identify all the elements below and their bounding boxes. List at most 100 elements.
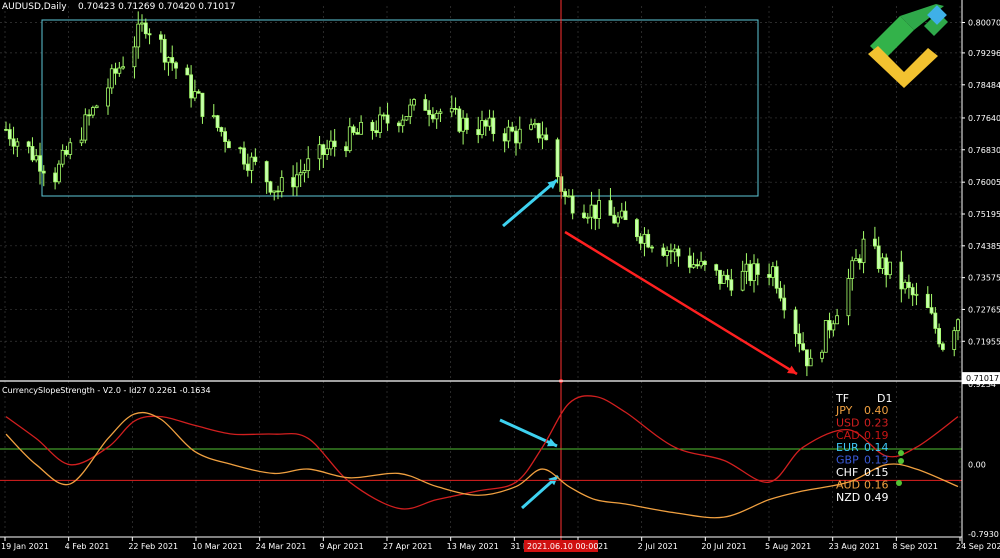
status-dot [898, 458, 904, 464]
candle-body [434, 112, 439, 120]
candle-body [196, 91, 201, 94]
candle-body [378, 114, 382, 133]
candle-body [597, 200, 602, 219]
candle-body [132, 46, 137, 68]
time-axis-label: 23 Aug 2021 [829, 542, 880, 551]
candle-body [514, 130, 518, 144]
candle-body [370, 121, 375, 132]
candle-body [381, 114, 386, 117]
time-axis-label: 9 Apr 2021 [319, 542, 363, 551]
candle-body [174, 62, 178, 69]
candle-body [808, 357, 813, 367]
candle-body [136, 23, 141, 48]
table-value-usd: 0.23 [864, 416, 889, 429]
candle-body [60, 150, 65, 165]
table-value-jpy: 0.40 [864, 404, 889, 417]
candle-body [665, 250, 670, 256]
candle-body [438, 111, 443, 114]
candle-body [612, 214, 617, 224]
time-axis-label: 20 Jul 2021 [701, 542, 746, 551]
candle-body [589, 204, 594, 218]
time-axis-label: 4 Feb 2021 [65, 542, 110, 551]
candle-body [642, 233, 647, 244]
candle-body [106, 87, 110, 107]
candle-body [850, 260, 855, 279]
candle-body [321, 144, 326, 156]
time-axis-label: 5 Aug 2021 [765, 542, 811, 551]
status-dot [898, 450, 904, 456]
candle-body [650, 246, 654, 249]
candle-body [857, 258, 862, 264]
candle-body [801, 343, 806, 351]
price-axis-label: 0.77640 [968, 114, 1000, 123]
candle-body [332, 140, 337, 148]
candle-body [517, 128, 522, 144]
candle-body [804, 349, 809, 367]
candle-body [835, 315, 840, 325]
candle-body [249, 156, 254, 171]
time-axis-label: 27 Apr 2021 [383, 542, 432, 551]
candle-body [782, 297, 787, 311]
candle-body [140, 22, 144, 25]
price-axis-label: 0.74385 [968, 242, 1000, 251]
candle-body [79, 139, 84, 144]
candle-body [903, 281, 908, 290]
candle-body [189, 74, 194, 99]
candle-body [476, 129, 481, 136]
table-currency-usd: USD [836, 416, 860, 429]
candle-body [53, 172, 58, 183]
candle-body [884, 257, 889, 276]
candle-body [15, 141, 20, 147]
candle-body [570, 195, 575, 214]
candle-body [117, 67, 122, 74]
candle-body [608, 200, 613, 216]
candle-body [87, 114, 92, 117]
candle-body [404, 116, 409, 121]
candle-body [185, 67, 190, 76]
candle-body [325, 148, 330, 156]
candle-body [661, 247, 666, 256]
candle-body [162, 38, 167, 63]
candle-body [298, 172, 303, 176]
candle-body [480, 120, 484, 136]
time-axis-label: 19 Jan 2021 [1, 542, 49, 551]
candle-body [94, 105, 99, 108]
candle-body [774, 266, 779, 289]
candle-body [41, 170, 46, 174]
candle-body [26, 141, 31, 147]
candle-body [351, 126, 356, 133]
chart-canvas[interactable]: 0.80070 0.79296 0.78484 0.77640 0.76830 0.760… [0, 0, 1000, 554]
candle-body [714, 264, 719, 271]
time-axis-label: 22 Feb 2021 [128, 542, 178, 551]
candle-body [317, 144, 322, 160]
price-axis-label: 0.76005 [968, 178, 1000, 187]
ohlc-values: 0.70423 0.71269 0.70420 0.71017 [78, 2, 236, 12]
candle-body [668, 250, 673, 253]
candle-body [245, 163, 250, 171]
candle-body [687, 255, 692, 268]
candle-body [506, 126, 511, 142]
candle-body [593, 204, 598, 219]
candle-body [770, 266, 775, 278]
time-axis-label: 10 Mar 2021 [192, 542, 243, 551]
candle-body [253, 156, 258, 162]
indicator-axis-label: 0.00 [968, 461, 986, 470]
candle-body [623, 210, 628, 221]
candle-body [846, 278, 851, 317]
price-axis-label: 0.78484 [968, 81, 1000, 90]
table-value-cad: 0.19 [864, 429, 889, 442]
time-axis-label: 24 Mar 2021 [256, 542, 307, 551]
candle-body [272, 190, 277, 193]
table-currency-nzd: NZD [836, 491, 860, 504]
candle-body [11, 138, 16, 147]
trading-chart[interactable]: 0.80070 0.79296 0.78484 0.77640 0.76830 0.760… [0, 0, 1000, 554]
candle-body [616, 216, 620, 224]
candle-body [888, 261, 892, 276]
candle-body [64, 150, 69, 155]
symbol-header: AUDUSD,Daily 0.70423 0.71269 0.70420 0.7… [2, 2, 235, 12]
candle-body [355, 132, 360, 135]
candle-body [729, 279, 734, 291]
price-axis-label: 0.71955 [968, 337, 1000, 346]
symbol-name: AUDUSD,Daily [2, 2, 67, 12]
candle-body [121, 66, 126, 69]
